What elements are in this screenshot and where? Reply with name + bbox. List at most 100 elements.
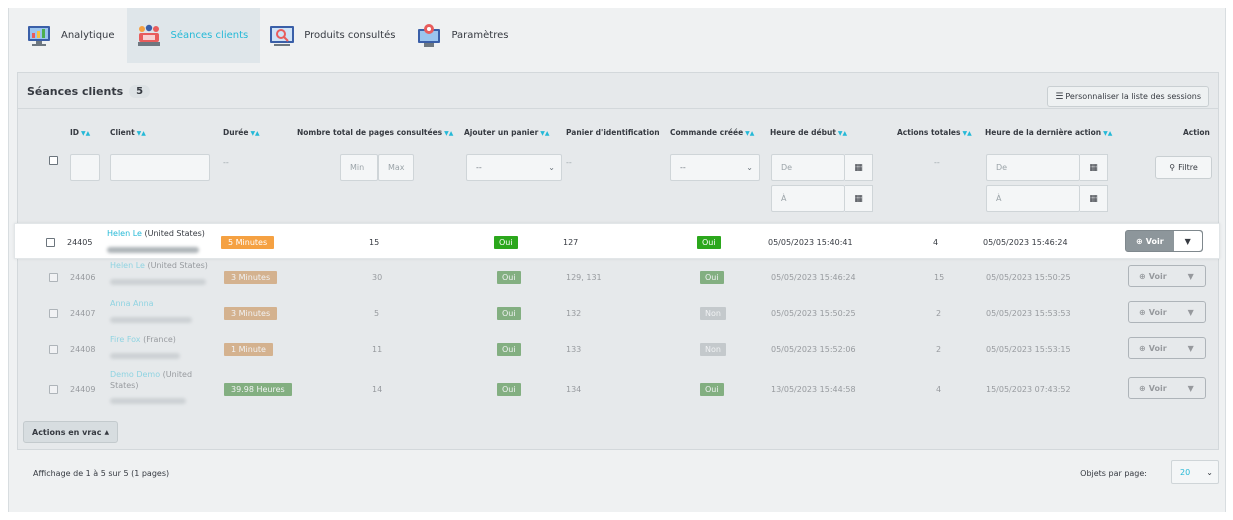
client-email-redacted <box>107 246 199 255</box>
column-header-pages[interactable]: Nombre total de pages consultées ▼▲ <box>297 128 453 137</box>
start-from-input[interactable]: De <box>771 154 845 181</box>
row-actions-count: 4 <box>933 238 939 247</box>
row-pages: 15 <box>369 238 380 247</box>
caret-up-icon: ▲ <box>104 428 110 436</box>
caret-down-icon[interactable]: ▼ <box>1177 302 1205 322</box>
column-header-id-label: ID <box>70 128 80 137</box>
tab-produits-consultes-label: Produits consultés <box>304 30 396 41</box>
customer-sessions-icon <box>135 23 163 49</box>
order-filter-select[interactable]: -- ⌄ <box>670 154 760 181</box>
client-name-link[interactable]: Helen Le <box>110 261 145 270</box>
column-header-last-action[interactable]: Heure de la dernière action ▼▲ <box>985 128 1112 137</box>
column-header-start[interactable]: Heure de début ▼▲ <box>770 128 847 137</box>
pages-max-input[interactable]: Max <box>378 154 414 181</box>
column-header-order[interactable]: Commande créée ▼▲ <box>670 128 754 137</box>
sort-arrows-icon[interactable]: ▼▲ <box>962 130 971 137</box>
zoom-in-icon: ⊕ <box>1139 271 1146 281</box>
sort-arrows-icon[interactable]: ▼▲ <box>250 130 259 137</box>
bulk-actions-label: Actions en vrac <box>32 427 102 437</box>
tab-parametres[interactable]: Paramètres <box>407 8 520 63</box>
cart-status-badge: Oui <box>497 271 521 284</box>
per-page-select[interactable]: 20 ⌄ <box>1171 460 1219 484</box>
client-name-link[interactable]: Fire Fox <box>110 335 141 344</box>
column-header-order-label: Commande créée <box>670 128 744 137</box>
client-name-link[interactable]: Anna Anna <box>110 299 154 308</box>
row-cart-ids: 133 <box>566 345 582 354</box>
order-status-badge: Oui <box>697 236 721 249</box>
start-to-input[interactable]: À <box>771 185 845 212</box>
row-start-time: 13/05/2023 15:44:58 <box>771 385 856 394</box>
start-to-placeholder: À <box>781 194 787 203</box>
table-row[interactable]: 24405 Helen Le (United States) 5 Minutes… <box>14 223 1220 259</box>
table-row[interactable]: 24407 Anna Anna 3 Minutes 5 Oui 132 Non … <box>18 295 1218 331</box>
start-from-placeholder: De <box>781 163 793 172</box>
caret-down-icon[interactable]: ▼ <box>1177 338 1205 358</box>
client-country: (United States) <box>144 229 205 238</box>
pages-min-input[interactable]: Min <box>340 154 378 181</box>
table-row[interactable]: 24408 Fire Fox (France) 1 Minute 11 Oui … <box>18 331 1218 367</box>
sort-arrows-icon[interactable]: ▼▲ <box>81 130 90 137</box>
row-checkbox[interactable] <box>46 238 55 247</box>
client-country-line2: States) <box>110 381 139 390</box>
table-row[interactable]: 24409 Demo Demo (United States) 39.98 He… <box>18 367 1218 411</box>
filter-button[interactable]: ⚲ Filtre <box>1155 156 1212 179</box>
sort-arrows-icon[interactable]: ▼▲ <box>137 130 146 137</box>
column-header-cart-label: Ajouter un panier <box>464 128 539 137</box>
bulk-actions-button[interactable]: Actions en vrac ▲ <box>23 421 119 443</box>
client-name-link[interactable]: Demo Demo <box>110 370 160 379</box>
voir-button[interactable]: ⊕ Voir <box>1129 338 1177 358</box>
voir-button[interactable]: ⊕ Voir <box>1126 231 1174 251</box>
id-filter-input[interactable] <box>70 154 100 181</box>
sort-arrows-icon[interactable]: ▼▲ <box>838 130 847 137</box>
client-name-link[interactable]: Helen Le <box>107 229 142 238</box>
tab-seances-clients[interactable]: Séances clients <box>126 8 261 63</box>
voir-button[interactable]: ⊕ Voir <box>1129 266 1177 286</box>
search-icon: ⚲ <box>1169 163 1176 172</box>
customize-list-label: Personnaliser la liste des sessions <box>1065 92 1201 101</box>
tab-produits-consultes[interactable]: Produits consultés <box>260 8 407 63</box>
zoom-in-icon: ⊕ <box>1136 236 1143 246</box>
column-header-client[interactable]: Client ▼▲ <box>110 128 146 137</box>
sort-arrows-icon[interactable]: ▼▲ <box>540 130 549 137</box>
tab-analytique[interactable]: Analytique <box>17 8 127 63</box>
column-header-actions[interactable]: Actions totales ▼▲ <box>897 128 972 137</box>
voir-label: Voir <box>1148 343 1167 353</box>
column-header-id[interactable]: ID ▼▲ <box>70 128 90 137</box>
client-email-redacted <box>110 278 206 287</box>
row-actions-count: 2 <box>936 345 942 354</box>
customize-list-button[interactable]: ☰ Personnaliser la liste des sessions <box>1047 86 1209 107</box>
cart-filter-select[interactable]: -- ⌄ <box>466 154 562 181</box>
row-checkbox[interactable] <box>49 345 58 354</box>
client-email-redacted <box>110 316 192 325</box>
calendar-icon[interactable]: ▦ <box>845 154 873 181</box>
viewed-products-icon <box>268 23 296 49</box>
voir-button[interactable]: ⊕ Voir <box>1129 378 1177 398</box>
voir-button-group: ⊕ Voir ▼ <box>1128 265 1206 287</box>
column-header-action: Action <box>1183 128 1210 137</box>
column-header-duration[interactable]: Durée ▼▲ <box>223 128 260 137</box>
table-row[interactable]: 24406 Helen Le (United States) 3 Minutes… <box>18 259 1218 295</box>
column-header-cart[interactable]: Ajouter un panier ▼▲ <box>464 128 550 137</box>
sort-arrows-icon[interactable]: ▼▲ <box>444 130 453 137</box>
sort-arrows-icon[interactable]: ▼▲ <box>745 130 754 137</box>
caret-down-icon[interactable]: ▼ <box>1177 378 1205 398</box>
row-checkbox[interactable] <box>49 309 58 318</box>
row-checkbox[interactable] <box>49 273 58 282</box>
order-status-badge: Oui <box>700 271 724 284</box>
select-all-checkbox[interactable] <box>49 156 58 165</box>
calendar-icon[interactable]: ▦ <box>1080 154 1108 181</box>
last-from-input[interactable]: De <box>986 154 1080 181</box>
voir-button[interactable]: ⊕ Voir <box>1129 302 1177 322</box>
last-to-input[interactable]: À <box>986 185 1080 212</box>
caret-down-icon[interactable]: ▼ <box>1173 231 1202 251</box>
row-last-action: 15/05/2023 07:43:52 <box>986 385 1071 394</box>
row-checkbox[interactable] <box>49 385 58 394</box>
client-filter-input[interactable] <box>110 154 210 181</box>
calendar-icon[interactable]: ▦ <box>1080 185 1108 212</box>
column-header-duration-label: Durée <box>223 128 249 137</box>
sort-arrows-icon[interactable]: ▼▲ <box>1103 130 1112 137</box>
row-actions-count: 15 <box>934 273 945 282</box>
row-actions-count: 2 <box>936 309 942 318</box>
calendar-icon[interactable]: ▦ <box>845 185 873 212</box>
caret-down-icon[interactable]: ▼ <box>1177 266 1205 286</box>
